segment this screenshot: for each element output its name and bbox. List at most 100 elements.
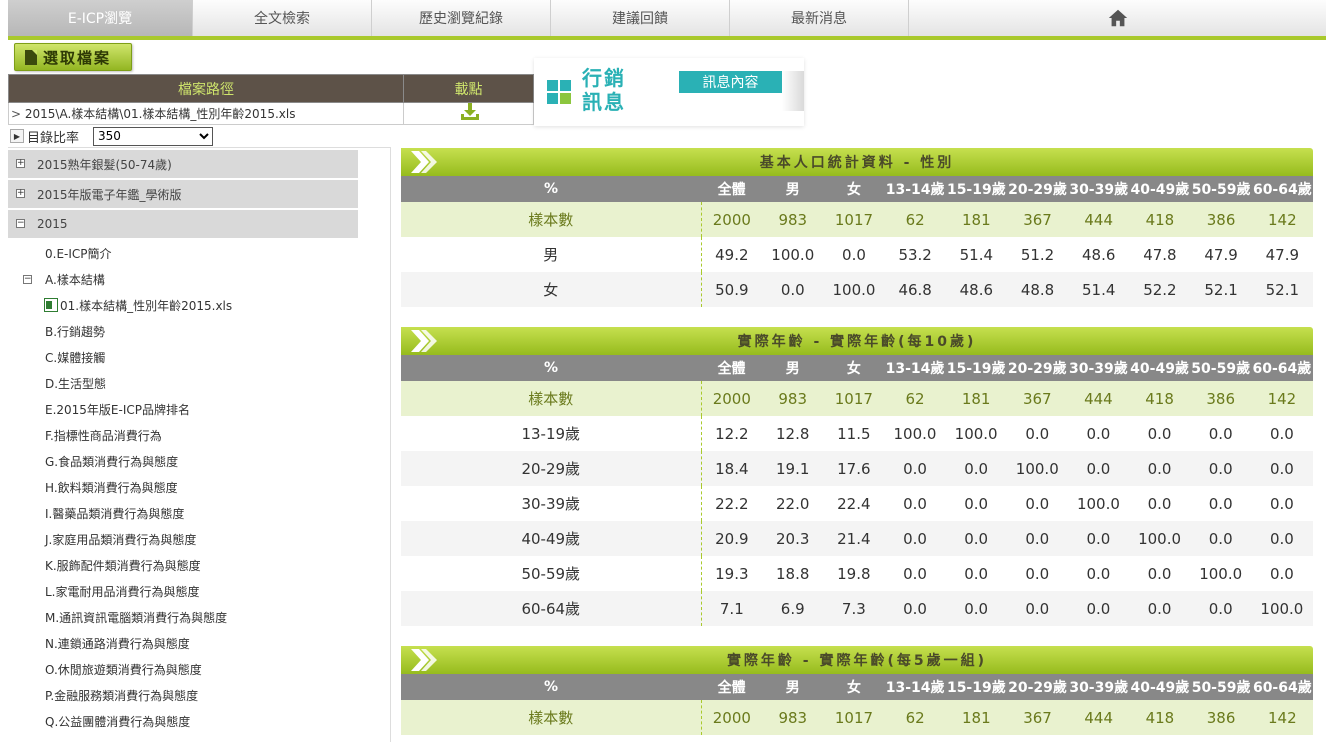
tree-item[interactable]: C.媒體接觸: [8, 344, 390, 370]
table-cell: 0.0: [1006, 591, 1068, 626]
table-cell: 142: [1251, 381, 1313, 416]
row-label: 40-49歲: [401, 521, 702, 556]
nav-tab-feedback[interactable]: 建議回饋: [551, 0, 730, 36]
collapse-icon[interactable]: −: [23, 274, 32, 284]
row-label: 50-59歲: [401, 556, 702, 591]
table-cell: 0.0: [1208, 494, 1233, 513]
tree-item[interactable]: P.金融服務類消費行為與態度: [8, 682, 390, 708]
table-cell: 0.0: [964, 564, 989, 583]
expand-arrow-icon[interactable]: ▶: [10, 129, 24, 143]
table-cell: 386: [1190, 381, 1252, 416]
table-cell: 0.0: [1086, 564, 1111, 583]
table-cell: 18.8: [776, 564, 810, 583]
tree-item[interactable]: M.通訊資訊電腦類消費行為與態度: [8, 604, 390, 630]
table-cell: 367: [1006, 700, 1069, 735]
row-label: 樣本數: [401, 381, 702, 416]
table-cell: 0.0: [903, 564, 927, 583]
tree-item[interactable]: D.生活型態: [8, 370, 390, 396]
table-cell: 1017: [823, 700, 885, 735]
tree-folder-sample-structure[interactable]: − A.樣本結構: [8, 266, 390, 292]
table-cell: 418: [1129, 700, 1191, 735]
double-chevron-icon: [411, 649, 437, 671]
table-cell: 19.3: [715, 564, 749, 583]
tree-item[interactable]: H.飲料類消費行為與態度: [8, 474, 390, 500]
column-header: 40-49歲: [1129, 674, 1191, 700]
tree-group-silver[interactable]: + 2015熟年銀髮(50-74歲): [8, 150, 358, 178]
tree-item[interactable]: G.食品類消費行為與態度: [8, 448, 390, 474]
table-cell: 0.0: [1025, 494, 1050, 513]
table-cell: 0.0: [1128, 591, 1191, 626]
tree-item[interactable]: I.醫藥品類消費行為與態度: [8, 500, 390, 526]
table-header-row: % 全體男女 13-14歲 15-19歲 20-29歲 30-39歲 40-49歲 50-59…: [401, 176, 1313, 202]
table-cell: 17.6: [823, 451, 885, 486]
table-cell: 47.9: [1265, 245, 1300, 264]
table-cell: 181: [945, 202, 1007, 237]
crosstab-table: % 全體男女 13-14歲 15-19歲 20-29歲 30-39歲 40-49歲 50-59…: [401, 176, 1313, 307]
home-button[interactable]: [909, 0, 1326, 36]
tree-group-label: 2015: [37, 217, 68, 231]
data-section: 基本人口統計資料 - 性別% 全體男女 13-14歲 15-19歲 20-29歲 30-3…: [401, 148, 1313, 307]
expand-icon[interactable]: +: [16, 159, 25, 168]
message-content-tab[interactable]: 訊息內容: [679, 71, 782, 93]
tree-item-intro[interactable]: 0.E-ICP簡介: [8, 240, 390, 266]
table-cell: 2000: [701, 202, 763, 237]
nav-tab-fulltext-search[interactable]: 全文檢索: [193, 0, 372, 36]
tree-item[interactable]: F.指標性商品消費行為: [8, 422, 390, 448]
table-cell: 12.8: [776, 424, 810, 443]
table-cell: 0.0: [1208, 424, 1233, 443]
promo-scroll-edge: [782, 71, 804, 111]
tree-group-yearbook[interactable]: + 2015年版電子年鑑_學術版: [8, 180, 358, 208]
collapse-icon[interactable]: −: [16, 219, 25, 228]
sample-size-row: 樣本數 2000 983 1017 62 181 367 444 418 386 142: [401, 700, 1313, 735]
table-cell: 100.0: [1199, 564, 1243, 583]
tree-file-selected[interactable]: 01.樣本結構_性別年齡2015.xls: [8, 292, 390, 318]
table-cell: 22.2: [715, 494, 749, 513]
table-cell: 0.0: [1147, 424, 1172, 443]
table-cell: 2000: [701, 700, 763, 735]
table-cell: 0.0: [762, 272, 824, 307]
catalog-ratio-select[interactable]: 350: [93, 126, 214, 146]
table-cell: 983: [762, 700, 824, 735]
tree-item[interactable]: B.行銷趨勢: [8, 318, 390, 344]
tree-group-2015[interactable]: − 2015: [8, 210, 358, 238]
tree-item[interactable]: N.連鎖通路消費行為與態度: [8, 630, 390, 656]
table-cell: 7.3: [823, 591, 885, 626]
tree-item[interactable]: O.休閒旅遊類消費行為與態度: [8, 656, 390, 682]
table-cell: 386: [1190, 202, 1252, 237]
sample-size-row: 樣本數 2000 983 1017 62 181 367 444 418 386 142: [401, 381, 1313, 416]
tree-item[interactable]: E.2015年版E-ICP品牌排名: [8, 396, 390, 422]
table-cell: 49.2: [715, 245, 749, 264]
file-path-table: 檔案路徑 載點 > 2015\A.樣本結構\01.樣本結構_性別年齡2015.x…: [8, 74, 534, 125]
column-header: 50-59歲: [1190, 674, 1252, 700]
tree-item[interactable]: L.家電耐用品消費行為與態度: [8, 578, 390, 604]
table-cell: 0.0: [1190, 521, 1252, 556]
download-icon[interactable]: [460, 103, 480, 121]
select-file-button[interactable]: 選取檔案: [14, 43, 132, 71]
table-header-row: % 全體男女 13-14歲 15-19歲 20-29歲 30-39歲 40-49歲 50-59…: [401, 674, 1313, 700]
column-header: 女: [823, 674, 885, 700]
data-content: 基本人口統計資料 - 性別% 全體男女 13-14歲 15-19歲 20-29歲 30-3…: [401, 148, 1313, 742]
column-header: 30-39歲: [1068, 674, 1130, 700]
table-cell: 367: [1006, 381, 1068, 416]
download-cell: [403, 102, 534, 125]
tree-item[interactable]: J.家庭用品類消費行為與態度: [8, 526, 390, 552]
table-cell: 418: [1128, 381, 1191, 416]
tree-item[interactable]: K.服飾配件類消費行為與態度: [8, 552, 390, 578]
table-cell: 0.0: [1067, 591, 1129, 626]
nav-tab-eicp-browse[interactable]: E-ICP瀏覽: [8, 0, 193, 36]
table-cell: 181: [945, 381, 1007, 416]
table-cell: 0.0: [1147, 494, 1172, 513]
table-cell: 50.9: [701, 272, 763, 307]
table-cell: 0.0: [964, 494, 989, 513]
tree-item[interactable]: Q.公益團體消費行為與態度: [8, 708, 390, 734]
table-cell: 444: [1067, 381, 1129, 416]
nav-tab-history[interactable]: 歷史瀏覽紀錄: [372, 0, 551, 36]
sample-size-row: 樣本數 2000 983 1017 62 181 367 444 418 386 142: [401, 202, 1313, 237]
table-cell: 1017: [823, 202, 885, 237]
file-path-cell: > 2015\A.樣本結構\01.樣本結構_性別年齡2015.xls: [8, 102, 404, 125]
nav-tab-news[interactable]: 最新消息: [730, 0, 909, 36]
table-cell: 62: [884, 202, 946, 237]
table-cell: 0.0: [884, 521, 946, 556]
table-cell: 20.9: [701, 521, 763, 556]
expand-icon[interactable]: +: [16, 189, 25, 198]
